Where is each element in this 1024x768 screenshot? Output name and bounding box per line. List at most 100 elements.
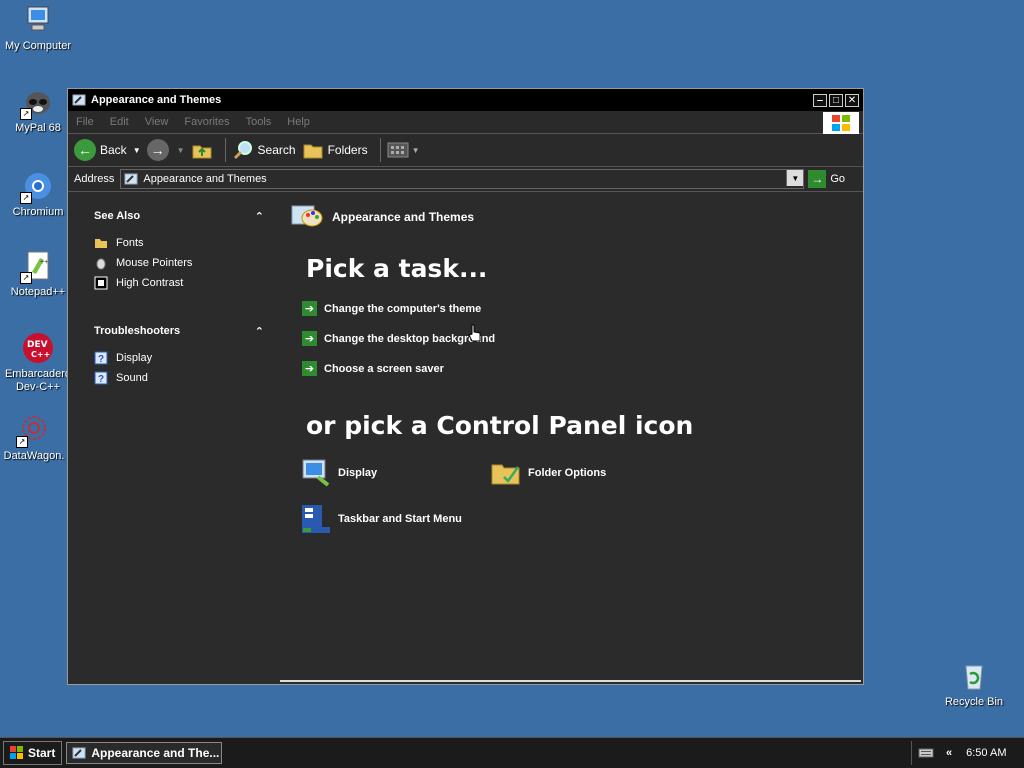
desktop-icon-devcpp[interactable]: DEV C++ Embarcadero Dev-C++ [0, 332, 76, 394]
arrow-right-icon: ➔ [302, 301, 317, 316]
address-input[interactable]: Appearance and Themes ▼ [120, 169, 805, 189]
sidebar-item-display[interactable]: ? Display [94, 350, 264, 365]
folder-options-icon [491, 464, 520, 485]
mypal-icon: ↗ [20, 86, 54, 120]
menu-view[interactable]: View [145, 116, 169, 128]
shortcut-arrow-icon: ↗ [20, 108, 32, 120]
help-icon: ? [94, 371, 108, 385]
control-panel-icon [72, 747, 86, 759]
menu-bar: File Edit View Favorites Tools Help [68, 111, 863, 134]
desktop-icon-label: Notepad++ [10, 286, 66, 298]
keyboard-icon[interactable] [918, 748, 934, 758]
see-also-header[interactable]: See Also ⌃ [94, 210, 264, 223]
shortcut-arrow-icon: ↗ [20, 192, 32, 204]
toolbar-separator [224, 138, 226, 162]
expand-tray-icon[interactable]: « [946, 747, 952, 759]
cp-icon-folder-options[interactable]: Folder Options [490, 457, 606, 489]
task-label: Choose a screen saver [324, 362, 444, 375]
folders-button[interactable]: Folders [302, 139, 368, 161]
svg-text:DEV: DEV [27, 340, 48, 350]
views-button[interactable]: ▼ [387, 141, 420, 159]
search-icon [233, 141, 252, 160]
minimize-button[interactable]: ‒ [813, 93, 827, 107]
desktop-icon-notepadpp[interactable]: ++ ↗ Notepad++ [0, 250, 76, 299]
display-icon [302, 459, 330, 487]
sidebar-item-label: Mouse Pointers [116, 256, 193, 269]
back-button[interactable]: ← Back ▼ [74, 139, 141, 161]
menu-favorites[interactable]: Favorites [184, 116, 229, 128]
taskbar-window-label: Appearance and The... [91, 746, 220, 760]
taskbar-window-button[interactable]: Appearance and The... [66, 742, 223, 764]
back-label: Back [100, 143, 127, 157]
search-button[interactable]: Search [232, 139, 296, 161]
desktop-icon-mypal[interactable]: ↗ MyPal 68 [0, 86, 76, 135]
folders-label: Folders [327, 143, 368, 157]
shortcut-arrow-icon: ↗ [16, 436, 28, 448]
hand-cursor-icon [468, 324, 481, 342]
control-panel-icon [72, 94, 86, 106]
task-screen-saver[interactable]: ➔ Choose a screen saver [302, 361, 444, 376]
see-also-section: See Also ⌃ Fonts Mouse Pointers High Con… [94, 210, 264, 295]
desktop-icon-chromium[interactable]: ↗ Chromium [0, 170, 76, 219]
task-change-background[interactable]: ➔ Change the desktop background [302, 331, 495, 346]
desktop-icon-datawagon[interactable]: ↗ DataWagon. [0, 414, 72, 463]
svg-text:?: ? [98, 374, 104, 385]
forward-button[interactable]: → ▼ [146, 139, 185, 161]
clock[interactable]: 6:50 AM [966, 747, 1006, 759]
cp-icon-display[interactable]: Display [300, 457, 377, 489]
start-button[interactable]: Start [3, 741, 63, 765]
menu-tools[interactable]: Tools [246, 116, 272, 128]
content-area: See Also ⌃ Fonts Mouse Pointers High Con… [68, 192, 863, 684]
go-label: Go [830, 173, 845, 185]
up-folder-button[interactable] [191, 139, 213, 161]
cp-icon-label: Folder Options [528, 467, 607, 479]
windows-logo-icon [823, 112, 859, 134]
collapse-icon[interactable]: ⌃ [255, 210, 264, 223]
taskbar-start-menu-icon [302, 505, 330, 533]
start-label: Start [28, 746, 56, 760]
system-tray: « 6:50 AM [911, 741, 1024, 765]
desktop-icon-label: My Computer [4, 40, 72, 52]
sidebar-item-sound[interactable]: ? Sound [94, 370, 264, 385]
go-button[interactable]: → Go [808, 170, 845, 188]
troubleshooters-header[interactable]: Troubleshooters ⌃ [94, 325, 264, 338]
desktop-icon-recycle-bin[interactable]: Recycle Bin [936, 660, 1012, 709]
title-bar[interactable]: Appearance and Themes ‒ □ ✕ [68, 89, 863, 111]
chevron-down-icon[interactable]: ▼ [177, 146, 185, 155]
troubleshooters-title: Troubleshooters [94, 325, 181, 337]
maximize-button[interactable]: □ [829, 93, 843, 107]
menu-help[interactable]: Help [287, 116, 310, 128]
minimize-icon: ‒ [817, 94, 823, 106]
sidebar-item-high-contrast[interactable]: High Contrast [94, 275, 264, 290]
windows-logo-icon [10, 746, 23, 759]
close-button[interactable]: ✕ [845, 93, 859, 107]
task-change-theme[interactable]: ➔ Change the computer's theme [302, 301, 481, 316]
chevron-down-icon[interactable]: ▼ [133, 146, 141, 155]
sidebar-item-label: Fonts [116, 236, 144, 249]
troubleshooters-section: Troubleshooters ⌃ ? Display ? Sound [94, 325, 264, 390]
menu-file[interactable]: File [76, 116, 94, 128]
address-dropdown-button[interactable]: ▼ [786, 170, 804, 186]
sidebar-item-fonts[interactable]: Fonts [94, 235, 264, 250]
chevron-down-icon[interactable]: ▼ [412, 146, 420, 155]
arrow-right-icon: ➔ [302, 361, 317, 376]
devcpp-icon: DEV C++ [22, 332, 54, 364]
menu-edit[interactable]: Edit [110, 116, 129, 128]
close-icon: ✕ [847, 94, 857, 106]
maximize-icon: □ [832, 94, 840, 106]
cp-icon-taskbar-start-menu[interactable]: Taskbar and Start Menu [300, 503, 462, 535]
arrow-right-icon: ➔ [302, 331, 317, 346]
address-label: Address [74, 173, 115, 185]
cp-icon-label: Taskbar and Start Menu [338, 513, 462, 525]
recycle-bin-icon [958, 660, 990, 692]
collapse-icon[interactable]: ⌃ [255, 325, 264, 338]
notepadpp-icon: ++ ↗ [20, 250, 54, 284]
sidebar-item-mouse-pointers[interactable]: Mouse Pointers [94, 255, 264, 270]
see-also-title: See Also [94, 210, 141, 222]
desktop-icon-my-computer[interactable]: My Computer [0, 4, 76, 53]
explorer-window: Appearance and Themes ‒ □ ✕ File Edit Vi… [67, 88, 864, 685]
sidebar-item-label: Display [116, 351, 153, 364]
go-arrow-icon: → [808, 170, 827, 188]
chevron-down-icon: ▼ [791, 173, 800, 183]
desktop-icon-label: MyPal 68 [15, 122, 61, 134]
